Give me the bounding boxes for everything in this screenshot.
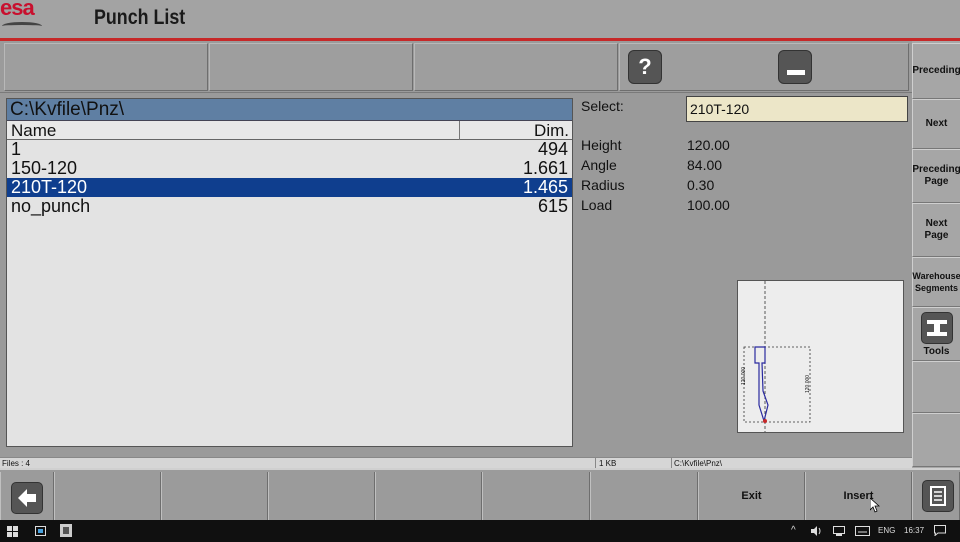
network-icon[interactable] — [833, 526, 845, 536]
help-button[interactable]: ? — [628, 50, 662, 84]
status-size: 1 KB — [599, 459, 617, 468]
load-value: 100.00 — [687, 197, 730, 213]
tray-chevron-icon[interactable]: ^ — [791, 525, 796, 536]
tools-icon — [921, 312, 953, 344]
bottom-slot-4[interactable] — [375, 472, 482, 520]
sidebar-empty-slot-2 — [912, 413, 960, 467]
file-dim: 615 — [537, 196, 568, 216]
height-label: Height — [581, 137, 622, 153]
column-header-dim[interactable]: Dim. — [534, 121, 569, 141]
notification-icon[interactable] — [934, 525, 946, 536]
title-bar: esa Punch List — [0, 0, 960, 38]
warehouse-segments-label: Warehouse Segments — [912, 271, 960, 293]
angle-value: 84.00 — [687, 157, 723, 173]
tools-button[interactable]: Tools — [912, 307, 960, 361]
next-page-button[interactable]: Next Page — [912, 203, 960, 257]
file-row-selected[interactable]: 210T-120 1.465 — [7, 178, 572, 197]
column-header-name[interactable]: Name — [11, 121, 56, 141]
dim-left-text: 120.000 — [741, 367, 747, 385]
top-toolbar-slot-2[interactable] — [209, 43, 413, 91]
status-file-count: Files : 4 — [2, 459, 31, 468]
exit-button[interactable]: Exit — [698, 472, 805, 520]
page-title: Punch List — [94, 6, 186, 29]
file-name: no_punch — [11, 196, 91, 216]
column-separator[interactable] — [459, 121, 460, 140]
punch-profile — [754, 346, 769, 424]
bottom-slot-2[interactable] — [161, 472, 268, 520]
document-menu-icon — [922, 480, 954, 512]
bottom-slot-6[interactable] — [590, 472, 698, 520]
right-sidebar: Preceding Next Preceding Page Next Page … — [912, 41, 960, 471]
radius-value: 0.30 — [687, 177, 715, 193]
warehouse-segments-button[interactable]: Warehouse Segments — [912, 257, 960, 307]
esa-logo: esa — [0, 0, 48, 38]
column-header-row: Name Dim. — [7, 121, 572, 140]
preceding-button[interactable]: Preceding — [912, 43, 960, 99]
preceding-page-button[interactable]: Preceding Page — [912, 149, 960, 203]
file-row[interactable]: 1 494 — [7, 140, 572, 159]
file-row[interactable]: no_punch 615 — [7, 197, 572, 216]
insert-label: Insert — [843, 490, 874, 502]
punch-tip-marker — [763, 419, 767, 423]
os-taskbar: ^ ENG 16:37 — [0, 520, 960, 542]
status-path: C:\Kvfile\Pnz\ — [674, 459, 723, 468]
windows-start-icon[interactable] — [7, 526, 18, 537]
next-page-label: Next Page — [924, 218, 949, 241]
volume-icon[interactable] — [810, 526, 822, 536]
file-name: 1 — [11, 139, 22, 159]
file-dim: 1.465 — [522, 177, 568, 197]
load-label: Load — [581, 197, 613, 213]
taskview-icon[interactable] — [35, 526, 46, 536]
bottom-slot-5[interactable] — [482, 472, 590, 520]
next-label: Next — [925, 118, 948, 129]
clock[interactable]: 16:37 — [904, 526, 924, 535]
file-list-panel: C:\Kvfile\Pnz\ Name Dim. 1 494 150-120 1… — [6, 98, 573, 447]
next-button[interactable]: Next — [912, 99, 960, 149]
logo-swoosh — [2, 22, 42, 30]
bottom-toolbar: Exit Insert — [0, 468, 960, 520]
top-toolbar-slot-4 — [619, 43, 909, 91]
back-button[interactable] — [0, 472, 54, 520]
file-dim: 494 — [537, 139, 568, 159]
preceding-page-label: Preceding Page — [912, 164, 960, 187]
back-arrow-icon — [11, 482, 43, 514]
top-toolbar: ? — [0, 41, 912, 93]
top-toolbar-slot-1[interactable] — [4, 43, 208, 91]
file-dim: 1.661 — [522, 158, 568, 178]
file-name: 150-120 — [11, 158, 78, 178]
language-indicator[interactable]: ENG — [878, 526, 895, 535]
select-label: Select: — [581, 98, 624, 114]
select-input[interactable]: 210T-120 — [686, 96, 908, 122]
top-toolbar-slot-3[interactable] — [414, 43, 618, 91]
height-value: 120.00 — [687, 137, 730, 153]
minimize-button[interactable] — [778, 50, 812, 84]
keyboard-icon[interactable] — [855, 526, 870, 536]
bottom-slot-1[interactable] — [54, 472, 161, 520]
bottom-slot-3[interactable] — [268, 472, 375, 520]
angle-label: Angle — [581, 157, 617, 173]
preceding-label: Preceding — [912, 65, 960, 76]
file-name: 210T-120 — [11, 177, 88, 197]
logo-text: esa — [0, 0, 35, 20]
file-path-header: C:\Kvfile\Pnz\ — [7, 99, 572, 121]
sidebar-empty-slot-1 — [912, 361, 960, 413]
menu-button[interactable] — [912, 472, 960, 520]
minimize-icon — [787, 70, 805, 75]
insert-button[interactable]: Insert — [805, 472, 912, 520]
file-row[interactable]: 150-120 1.661 — [7, 159, 572, 178]
punch-profile-drawing: 120.000 120.000 — [741, 281, 811, 432]
punch-preview: 120.000 120.000 — [737, 280, 904, 433]
dim-right-text: 120.000 — [805, 375, 811, 393]
app-taskbar-icon[interactable] — [60, 524, 72, 537]
punch-bounding-box — [743, 346, 811, 423]
mouse-cursor-icon — [870, 498, 880, 513]
question-mark-icon: ? — [638, 54, 652, 79]
status-bar: Files : 4 1 KB C:\Kvfile\Pnz\ — [0, 457, 912, 469]
radius-label: Radius — [581, 177, 625, 193]
tools-label: Tools — [923, 346, 950, 357]
exit-label: Exit — [741, 490, 762, 502]
